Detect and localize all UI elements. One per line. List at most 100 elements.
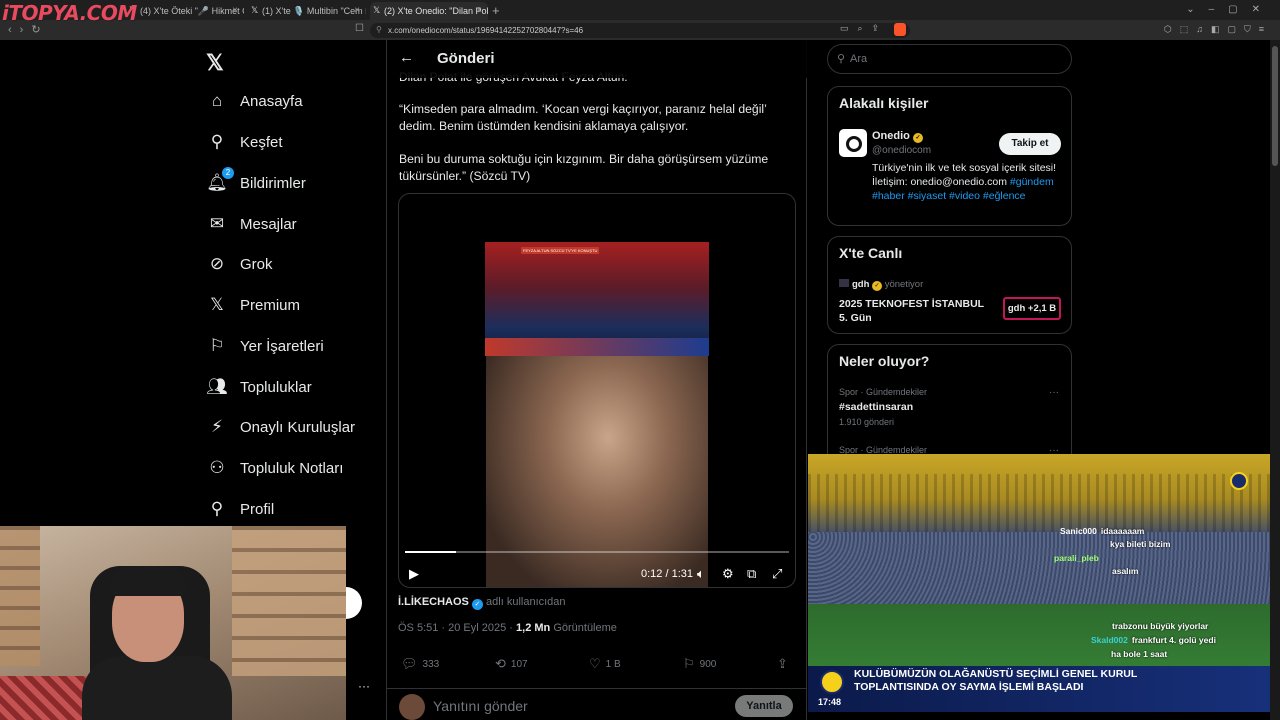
verified-icon: ✓ xyxy=(471,599,483,610)
trend-name[interactable]: #sadettinsaran xyxy=(839,401,913,413)
heart-icon: ♡ xyxy=(589,656,601,671)
source-name: gdh xyxy=(852,279,870,290)
toolbar-icons[interactable]: ⬡⬚♫◧▢⛉≡ xyxy=(1164,24,1272,35)
trend-count: 1.910 gönderi xyxy=(839,417,895,427)
search-placeholder: Ara xyxy=(850,53,868,65)
chat-username: parali_pleb xyxy=(1054,553,1099,563)
scrollbar-thumb[interactable] xyxy=(1272,46,1278,166)
news-banner: FEYZA ALTUN SÖZCÜ TV'YE KONUŞTU xyxy=(521,247,600,254)
nav-verified-orgs[interactable]: ⚡︎ Onaylı Kuruluşlar xyxy=(206,414,355,440)
streamer-cap xyxy=(108,566,188,596)
view-count: 1,2 Mn xyxy=(516,622,551,634)
share-button[interactable]: ⇪ xyxy=(777,656,788,672)
close-icon[interactable]: × xyxy=(354,5,360,16)
nav-label: Profil xyxy=(240,500,275,518)
related-bio: Türkiye'nin ilk ve tek sosyal içerik sit… xyxy=(872,161,1067,203)
chat-message: Skald002 frankfurt 4. golü yedi xyxy=(1091,635,1216,645)
follow-button[interactable]: Takip et xyxy=(999,133,1061,155)
chat-message: asalım xyxy=(1108,566,1138,576)
ticker-time: 17:48 xyxy=(818,697,842,707)
bookshelf xyxy=(232,526,346,676)
live-card: X'te Canlı gdh ✓ yönetiyor 2025 TEKNOFES… xyxy=(827,236,1072,334)
more-icon[interactable]: ··· xyxy=(1049,387,1059,398)
nav-label: Onaylı Kuruluşlar xyxy=(240,418,356,436)
pip-icon[interactable]: ⧉ xyxy=(747,566,756,582)
window-controls[interactable]: ⌄–▢✕ xyxy=(1186,4,1274,15)
browser-tab-3[interactable]: 𝕏(2) X'te Onedio: "Dilan Polat ile× xyxy=(370,2,488,20)
related-name[interactable]: Onedio ✓ xyxy=(872,130,923,143)
verified-gold-icon: ✓ xyxy=(872,281,883,291)
more-icon[interactable]: ··· xyxy=(358,679,370,693)
bell-icon: 🔔︎ 2 xyxy=(206,167,234,193)
bookmark-page-icon[interactable]: ☐ xyxy=(355,23,364,34)
fullscreen-icon[interactable]: ⤢ xyxy=(772,566,782,582)
reply-button[interactable]: 💬︎ 333 xyxy=(401,656,439,672)
nav-grok[interactable]: ⊘ Grok xyxy=(206,251,273,277)
new-tab-icon[interactable]: + xyxy=(492,3,500,18)
address-actions[interactable]: ▭⌕⇪ xyxy=(840,23,888,34)
nav-premium[interactable]: 𝕏 Premium xyxy=(206,292,300,318)
bookmark-count: 900 xyxy=(699,658,717,670)
nav-community-notes[interactable]: ⚇ Topluluk Notları xyxy=(206,455,343,481)
verified-gold-icon: ✓ xyxy=(912,133,923,143)
post-header: ← Gönderi xyxy=(387,40,807,78)
x-logo-icon[interactable]: 𝕏 xyxy=(206,50,224,76)
chat-message: parali_pleb xyxy=(1054,553,1103,563)
chat-text: asalım xyxy=(1112,566,1139,576)
site-info-icon[interactable]: ⚲ xyxy=(376,25,382,34)
related-handle[interactable]: @onediocom xyxy=(872,145,931,156)
notification-badge: 2 xyxy=(222,167,234,179)
close-icon[interactable]: × xyxy=(232,5,238,16)
close-icon[interactable]: × xyxy=(476,5,482,16)
nav-communities[interactable]: 👥︎ Topluluklar xyxy=(206,374,312,400)
play-icon[interactable]: ▶ xyxy=(409,566,419,582)
settings-icon[interactable]: ⚙ xyxy=(722,566,734,582)
tab-label: (2) X'te Onedio: "Dilan Polat ile xyxy=(384,6,488,16)
video-thumbnail-clip xyxy=(486,356,708,587)
back-arrow-icon[interactable]: ← xyxy=(399,49,414,66)
chat-message: Sanic000 idaaaaaam xyxy=(1060,526,1144,536)
live-event[interactable]: 2025 TEKNOFEST İSTANBUL 5. Gün xyxy=(839,297,989,325)
post-timestamp[interactable]: ÖS 5:51 · 20 Eyl 2025 · xyxy=(398,622,513,634)
reply-submit-button[interactable]: Yanıtla xyxy=(735,695,793,717)
attribution-user[interactable]: İ.LİKECHAOS xyxy=(398,596,469,608)
source-icon xyxy=(839,279,849,287)
browser-tab-2[interactable]: 𝕏(1) X'te 🎙️ Multibin "Cem Küçük'ten× xyxy=(248,2,366,20)
nav-label: Topluluk Notları xyxy=(240,459,344,477)
search-input[interactable]: ⚲ Ara xyxy=(827,44,1072,74)
news-lower-third xyxy=(485,338,709,356)
webcam-overlay xyxy=(0,526,346,720)
reply-icon: 💬︎ xyxy=(401,656,418,671)
url-field[interactable]: ⚲ x.com/onediocom/status/196941422527028… xyxy=(370,23,910,38)
bookmark-button[interactable]: ⚐ 900 xyxy=(683,656,716,672)
nav-label: Keşfet xyxy=(240,133,283,151)
nav-home[interactable]: ⌂ Anasayfa xyxy=(206,88,303,114)
page-scrollbar[interactable] xyxy=(1270,40,1280,720)
video-progress-bar[interactable] xyxy=(405,551,789,553)
like-button[interactable]: ♡ 1 B xyxy=(589,656,621,672)
post-text-2: Beni bu duruma soktuğu için kızgınım. Bi… xyxy=(399,152,769,183)
video-thumbnail-news: FEYZA ALTUN SÖZCÜ TV'YE KONUŞTU xyxy=(485,242,709,356)
tab-label: (1) X'te 🎙️ Multibin "Cem Küçük'ten xyxy=(262,6,366,16)
browser-tab-1[interactable]: 𝕏(4) X'te Öteki "🎤 Hikmet Çetin'den× xyxy=(126,2,244,20)
nav-explore[interactable]: ⚲ Keşfet xyxy=(206,129,283,155)
bookmark-icon: ⚐ xyxy=(209,336,225,355)
notes-icon: ⚇ xyxy=(209,458,225,477)
live-source[interactable]: gdh ✓ yönetiyor xyxy=(839,279,923,291)
avatar xyxy=(399,694,425,720)
nav-messages[interactable]: ✉ Mesajlar xyxy=(206,211,297,237)
nav-profile[interactable]: ⚲ Profil xyxy=(206,496,274,522)
repost-icon: ⟲ xyxy=(495,656,506,671)
post-meta: ÖS 5:51 · 20 Eyl 2025 · 1,2 Mn Görüntüle… xyxy=(398,622,617,634)
volume-icon[interactable]: 🔈︎ xyxy=(697,566,705,582)
live-listener-badge[interactable]: gdh +2,1 B xyxy=(1003,297,1061,320)
reply-input[interactable]: Yanıtını gönder xyxy=(433,698,528,714)
nav-notifications[interactable]: 🔔︎ 2 Bildirimler xyxy=(206,167,306,196)
nav-label: Topluluklar xyxy=(240,378,312,396)
brave-shield-icon[interactable] xyxy=(894,23,906,36)
lightning-icon: ⚡︎ xyxy=(211,417,223,436)
video-player[interactable]: FEYZA ALTUN SÖZCÜ TV'YE KONUŞTU ▶ 0:12 /… xyxy=(398,193,796,588)
repost-button[interactable]: ⟲ 107 xyxy=(495,656,528,672)
avatar[interactable] xyxy=(839,129,867,157)
nav-bookmarks[interactable]: ⚐ Yer İşaretleri xyxy=(206,333,323,359)
